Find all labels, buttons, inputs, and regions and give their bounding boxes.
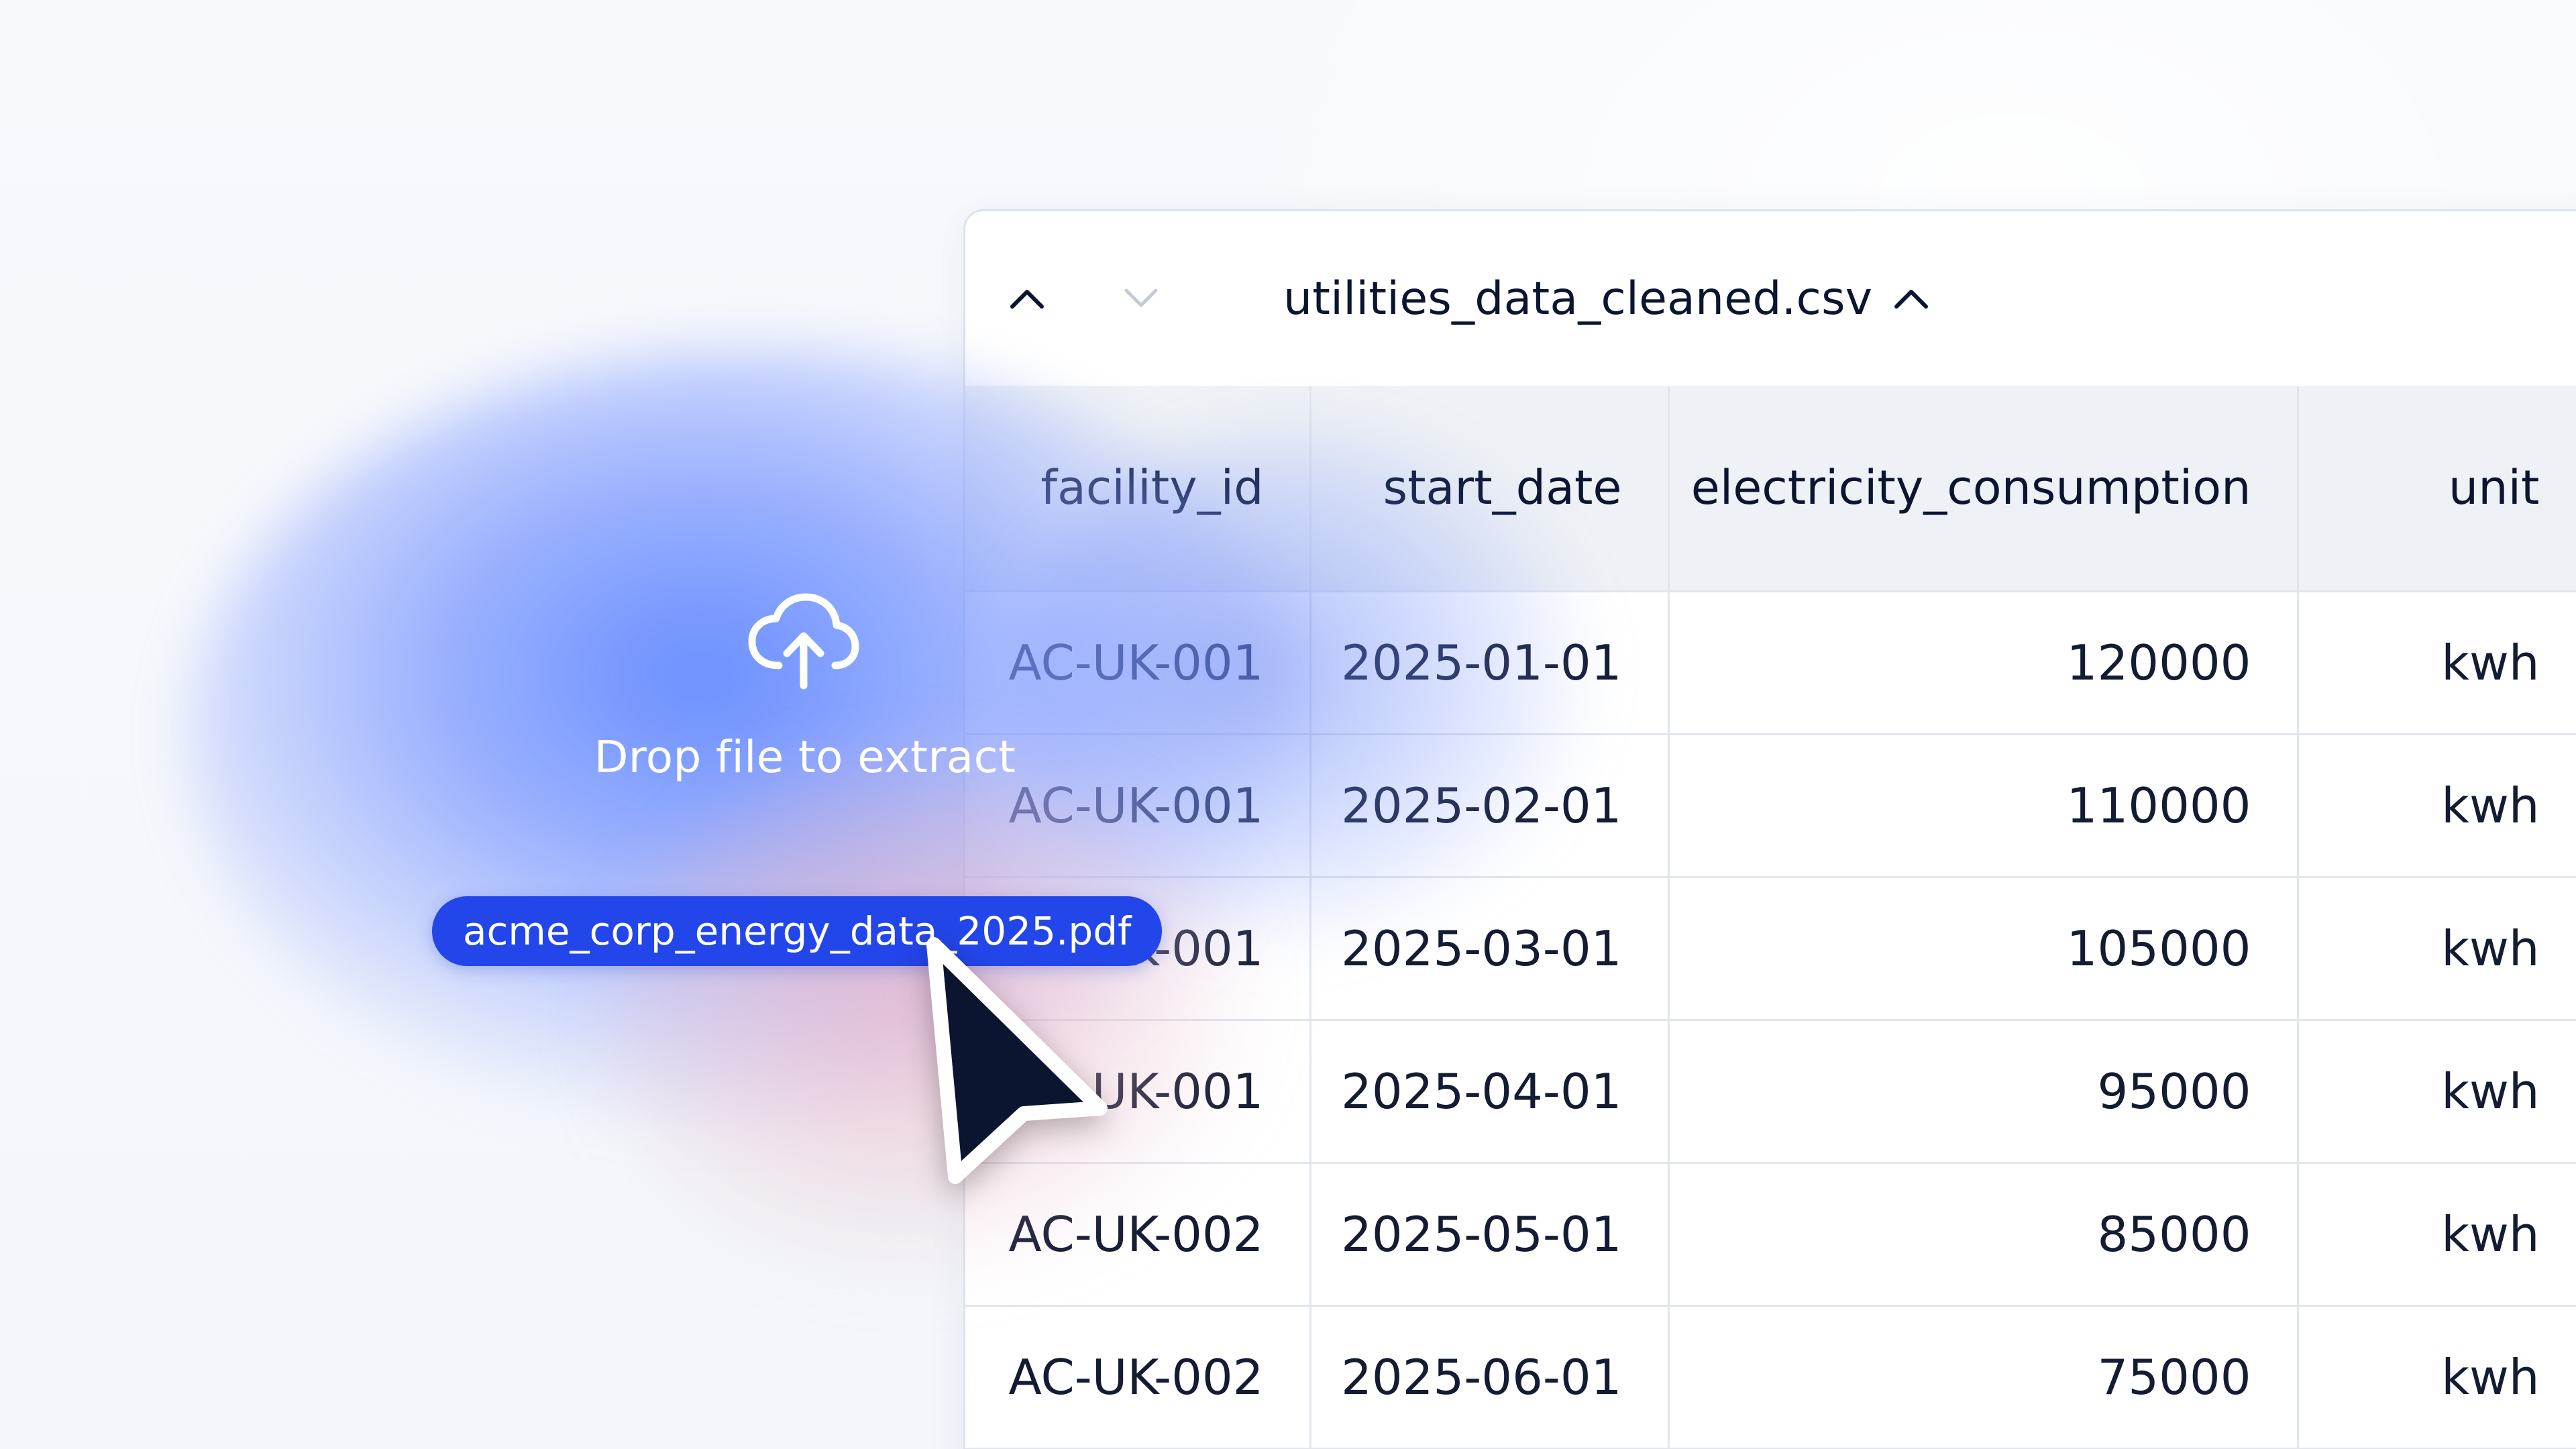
- table-row: AC-UK-001 2025-04-01 95000 kwh: [965, 1020, 2576, 1164]
- table-cell-unit[interactable]: kwh: [2298, 591, 2576, 735]
- table-cell-unit[interactable]: kwh: [2298, 1020, 2576, 1164]
- table-cell-start-date[interactable]: 2025-05-01: [1310, 1163, 1670, 1307]
- column-header-facility-id[interactable]: facility_id: [965, 386, 1311, 592]
- table-cell-electricity-consumption[interactable]: 105000: [1668, 877, 2299, 1021]
- next-file-button[interactable]: [1108, 265, 1175, 332]
- table-cell-electricity-consumption[interactable]: 110000: [1668, 734, 2299, 878]
- table-cell-electricity-consumption[interactable]: 85000: [1668, 1163, 2299, 1307]
- table-header-row: facility_id start_date electricity_consump…: [965, 386, 2576, 592]
- table-cell-electricity-consumption[interactable]: 75000: [1668, 1305, 2299, 1449]
- table-cell-start-date[interactable]: 2025-01-01: [1310, 591, 1670, 735]
- table-cell-start-date[interactable]: 2025-06-01: [1310, 1305, 1670, 1449]
- table-cell-unit[interactable]: kwh: [2298, 877, 2576, 1021]
- table-cell-facility-id[interactable]: AC-UK-002: [965, 1305, 1311, 1449]
- table-cell-start-date[interactable]: 2025-03-01: [1310, 877, 1670, 1021]
- table-cell-electricity-consumption[interactable]: 95000: [1668, 1020, 2299, 1164]
- csv-table: facility_id start_date electricity_consump…: [965, 386, 2576, 1449]
- table-row: AC-UK-002 2025-06-01 75000 kwh: [965, 1305, 2576, 1449]
- column-header-start-date[interactable]: start_date: [1310, 386, 1670, 592]
- collapse-file-button[interactable]: [1878, 265, 1945, 332]
- cursor-arrow-icon: [926, 937, 1108, 1184]
- table-cell-start-date[interactable]: 2025-04-01: [1310, 1020, 1670, 1164]
- table-row: AC-UK-0012025-03-01105000kwh: [965, 877, 2576, 1021]
- table-cell-unit[interactable]: kwh: [2298, 1163, 2576, 1307]
- table-cell-unit[interactable]: kwh: [2298, 734, 2576, 878]
- panel-header: utilities_data_cleaned.csv: [965, 211, 2576, 388]
- table-row: AC-UK-002 2025-05-01 85000 kwh: [965, 1163, 2576, 1307]
- chevron-down-icon: [1124, 288, 1158, 307]
- table-row: AC-UK-001 2025-01-01 120000 kwh: [965, 591, 2576, 735]
- file-name-title[interactable]: utilities_data_cleaned.csv: [1283, 211, 1872, 386]
- cloud-upload-icon: [748, 593, 859, 690]
- drop-zone[interactable]: Drop file to extract: [537, 570, 1073, 812]
- previous-file-button[interactable]: [994, 265, 1061, 332]
- chevron-up-icon: [1010, 290, 1044, 309]
- drop-label: Drop file to extract: [594, 731, 1016, 783]
- table-cell-unit[interactable]: kwh: [2298, 1305, 2576, 1449]
- column-header-electricity-consumption[interactable]: electricity_consumption: [1668, 386, 2299, 592]
- csv-preview-panel: utilities_data_cleaned.csv facility_id st…: [963, 209, 2576, 1449]
- column-header-unit[interactable]: unit: [2298, 386, 2576, 592]
- table-cell-electricity-consumption[interactable]: 120000: [1668, 591, 2299, 735]
- table-body: AC-UK-001 2025-01-01 120000 kwh AC-UK-001 202…: [965, 591, 2576, 1449]
- chevron-up-icon: [1894, 290, 1928, 309]
- table-row: AC-UK-001 2025-02-01 110000 kwh: [965, 734, 2576, 878]
- table-cell-start-date[interactable]: 2025-02-01: [1310, 734, 1670, 878]
